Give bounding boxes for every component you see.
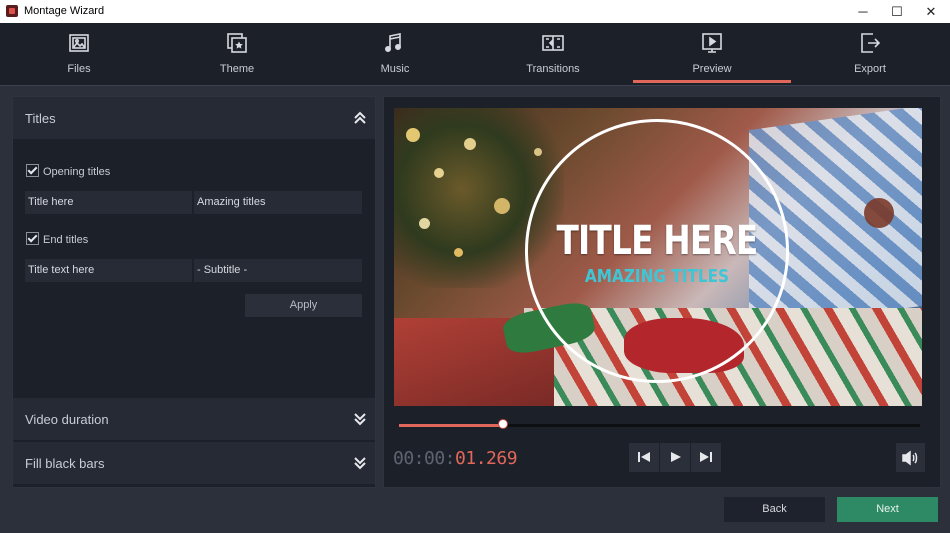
tab-export-label: Export (854, 63, 886, 75)
tab-preview-label: Preview (692, 63, 732, 75)
wizard-steps-toolbar: Files Theme Music Transitions Preview Ex… (0, 23, 950, 86)
tab-music[interactable]: Music (335, 23, 455, 85)
opening-titles-row: Title here Amazing titles (25, 191, 362, 214)
bokeh-light (464, 138, 476, 150)
skip-back-icon (638, 452, 650, 462)
preview-title-text: TITLE HERE (556, 218, 758, 264)
pine-cone (864, 198, 894, 228)
tab-music-label: Music (380, 63, 410, 75)
preview-panel: TITLE HERE AMAZING TITLES 00:00:01.269 (383, 96, 941, 488)
settings-panel: Titles Opening titles Title here Amazing… (12, 96, 376, 488)
transitions-icon (542, 35, 564, 51)
minimize-button[interactable]: ─ (846, 0, 880, 23)
bokeh-light (534, 148, 542, 156)
end-title-field[interactable]: Title text here (25, 259, 192, 282)
preview-icon (702, 33, 722, 53)
window-title: Montage Wizard (24, 5, 105, 17)
preview-subtitle-text: AMAZING TITLES (584, 266, 730, 287)
bokeh-light (494, 198, 510, 214)
tab-files[interactable]: Files (19, 23, 139, 85)
bokeh-light (419, 218, 430, 229)
timecode-prefix: 00:00: (393, 448, 456, 469)
chevron-double-up-icon[interactable] (353, 111, 367, 125)
opening-titles-checkbox[interactable]: Opening titles (26, 164, 110, 178)
back-button[interactable]: Back (724, 497, 825, 522)
checkbox-check-icon[interactable] (26, 232, 39, 245)
theme-icon (227, 33, 247, 53)
maximize-button[interactable]: ☐ (880, 0, 914, 23)
volume-button[interactable] (896, 443, 925, 472)
close-button[interactable]: ✕ (914, 0, 948, 23)
active-tab-indicator (633, 80, 791, 83)
titles-section-header[interactable]: Titles (13, 97, 375, 139)
play-icon (671, 452, 681, 462)
skip-forward-button[interactable] (691, 443, 721, 472)
chevron-double-down-icon[interactable] (353, 456, 367, 470)
tab-theme-label: Theme (219, 63, 255, 75)
video-duration-heading: Video duration (25, 412, 109, 427)
video-duration-header[interactable]: Video duration (13, 398, 375, 440)
end-titles-row: Title text here - Subtitle - (25, 259, 362, 282)
tab-export[interactable]: Export (810, 23, 930, 85)
playback-progress-bar[interactable] (399, 419, 920, 429)
skip-back-button[interactable] (629, 443, 659, 472)
export-icon (861, 33, 881, 53)
opening-subtitle-field[interactable]: Amazing titles (194, 191, 362, 214)
play-button[interactable] (660, 443, 690, 472)
app-icon (6, 5, 18, 17)
tab-transitions[interactable]: Transitions (493, 23, 613, 85)
bokeh-light (406, 128, 420, 142)
tab-theme[interactable]: Theme (177, 23, 297, 85)
opening-title-field[interactable]: Title here (25, 191, 192, 214)
titles-heading: Titles (25, 111, 56, 126)
end-subtitle-field[interactable]: - Subtitle - (194, 259, 362, 282)
end-titles-checkbox[interactable]: End titles (26, 232, 88, 246)
timecode-value: 01.269 (455, 448, 518, 469)
chevron-double-down-icon[interactable] (353, 412, 367, 426)
fill-black-bars-heading: Fill black bars (25, 456, 105, 471)
next-button[interactable]: Next (837, 497, 938, 522)
files-icon (69, 34, 89, 52)
tab-preview[interactable]: Preview (633, 23, 791, 85)
timecode-display: 00:00:01.269 (393, 448, 518, 469)
bokeh-light (454, 248, 463, 257)
volume-icon (902, 450, 918, 466)
tab-transitions-label: Transitions (526, 63, 580, 75)
opening-titles-label: Opening titles (43, 166, 111, 178)
video-preview[interactable]: TITLE HERE AMAZING TITLES (394, 108, 922, 406)
music-icon (384, 33, 402, 53)
skip-forward-icon (700, 452, 712, 462)
progress-fill (399, 424, 504, 427)
end-titles-label: End titles (43, 234, 89, 246)
fill-black-bars-header[interactable]: Fill black bars (13, 442, 375, 484)
tab-files-label: Files (67, 63, 91, 75)
apply-button[interactable]: Apply (245, 294, 362, 317)
window-titlebar: Montage Wizard ─ ☐ ✕ (0, 0, 950, 23)
progress-handle[interactable] (498, 419, 509, 429)
bokeh-light (434, 168, 444, 178)
checkbox-check-icon[interactable] (26, 164, 39, 177)
